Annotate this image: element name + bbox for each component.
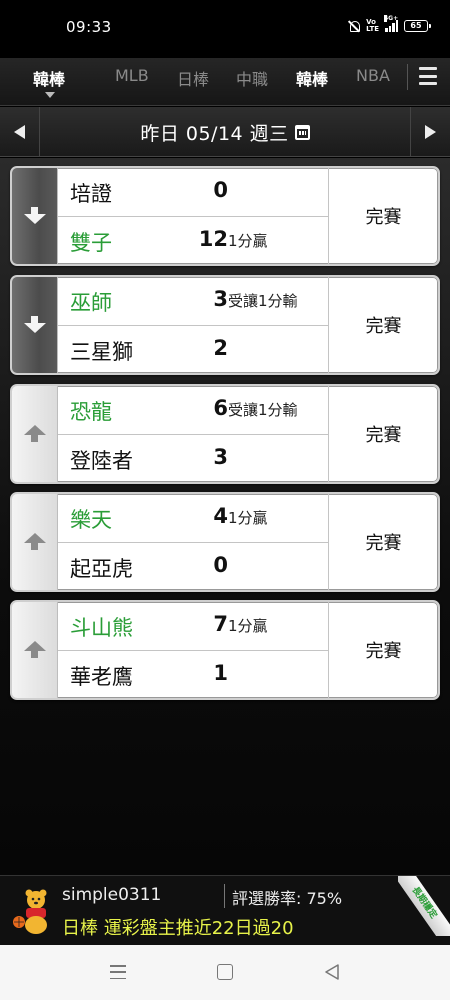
- team-row-home: 斗山熊 7 1分贏: [58, 602, 328, 651]
- team-row-home: 巫師 3 受讓1分輸: [58, 277, 328, 326]
- ad-ribbon: 長期穩定: [398, 876, 450, 936]
- arrow-up-icon: [23, 425, 46, 443]
- team-row-away: 三星獅 2: [58, 326, 328, 373]
- game-status: 完賽: [328, 494, 438, 590]
- team-name: 雙子: [70, 231, 112, 255]
- team-name: 起亞虎: [70, 557, 133, 581]
- tab-korean-baseball-current[interactable]: 韓棒: [33, 66, 65, 90]
- status-time: 09:33: [66, 18, 112, 36]
- signal-icon: 4G+: [384, 15, 398, 32]
- game-list: 培證 0 雙子 12 1分贏 完賽 巫師 3 受讓1分輸 三星獅 2 完賽 恐龍…: [0, 158, 450, 875]
- game-card[interactable]: 巫師 3 受讓1分輸 三星獅 2 完賽: [10, 275, 440, 375]
- team-name: 培證: [70, 182, 112, 206]
- bet-result: 受讓1分輸: [228, 292, 298, 310]
- triangle-right-icon: [425, 125, 436, 139]
- tab-mlb[interactable]: MLB: [115, 66, 149, 85]
- arrow-down-icon: [23, 316, 46, 334]
- tab-divider: [407, 64, 408, 90]
- team-score: 0: [213, 178, 228, 202]
- expand-toggle[interactable]: [12, 386, 58, 482]
- bell-off-icon: [348, 20, 361, 33]
- tab-kbo[interactable]: 韓棒: [296, 66, 328, 90]
- volte-icon: Vo LTE: [366, 18, 379, 33]
- team-row-home: 恐龍 6 受讓1分輸: [58, 386, 328, 435]
- bet-result: 受讓1分輸: [228, 401, 298, 419]
- team-score: 2: [213, 336, 228, 360]
- team-name: 巫師: [70, 291, 112, 315]
- date-label: 昨日 05/14 週三: [140, 122, 289, 145]
- team-score: 6: [213, 396, 228, 420]
- team-score: 7: [213, 612, 228, 636]
- team-score: 12: [198, 227, 228, 251]
- hamburger-menu-icon[interactable]: [419, 67, 437, 85]
- recent-apps-icon[interactable]: [110, 965, 126, 979]
- team-name: 斗山熊: [70, 616, 133, 640]
- team-score: 4: [213, 504, 228, 528]
- game-status: 完賽: [328, 602, 438, 698]
- triangle-left-icon: [14, 125, 25, 139]
- team-row-home: 培證 0: [58, 168, 328, 217]
- tab-cpbl[interactable]: 中職: [236, 66, 268, 90]
- status-bar: 09:33 Vo LTE 4G+ 65: [0, 0, 450, 58]
- bet-result: 1分贏: [228, 617, 268, 635]
- ad-win-rate: 評選勝率: 75%: [232, 889, 343, 908]
- arrow-down-icon: [23, 207, 46, 225]
- team-name: 登陸者: [70, 449, 133, 473]
- calendar-icon: [294, 124, 310, 140]
- ad-separator: [224, 884, 225, 908]
- game-status: 完賽: [328, 277, 438, 373]
- arrow-up-icon: [23, 533, 46, 551]
- expand-toggle[interactable]: [12, 602, 58, 698]
- team-score: 1: [213, 661, 228, 685]
- prev-date-button[interactable]: [0, 107, 40, 157]
- next-date-button[interactable]: [410, 107, 450, 157]
- bet-result: 1分贏: [228, 509, 268, 527]
- team-score: 0: [213, 553, 228, 577]
- collapse-toggle[interactable]: [12, 277, 58, 373]
- date-bar: 昨日 05/14 週三: [0, 107, 450, 157]
- league-tab-bar: 韓棒 MLB 日棒 中職 韓棒 NBA: [0, 58, 450, 106]
- ad-pick-text: 日棒 運彩盤主推近22日過20: [62, 918, 294, 939]
- team-name: 三星獅: [70, 340, 133, 364]
- team-name: 樂天: [70, 508, 112, 532]
- battery-icon: 65: [404, 20, 431, 32]
- tab-npb[interactable]: 日棒: [177, 66, 209, 90]
- tab-caret-icon: [45, 92, 55, 98]
- team-row-away: 起亞虎 0: [58, 543, 328, 590]
- game-card[interactable]: 培證 0 雙子 12 1分贏 完賽: [10, 166, 440, 266]
- pooh-mascot-icon: [13, 889, 47, 934]
- team-row-home: 樂天 4 1分贏: [58, 494, 328, 543]
- team-score: 3: [213, 445, 228, 469]
- team-score: 3: [213, 287, 228, 311]
- team-name: 華老鷹: [70, 665, 133, 689]
- team-name: 恐龍: [70, 400, 112, 424]
- system-nav-bar: [0, 945, 450, 1000]
- ad-username: simple0311: [62, 885, 162, 905]
- game-status: 完賽: [328, 386, 438, 482]
- game-card[interactable]: 斗山熊 7 1分贏 華老鷹 1 完賽: [10, 600, 440, 700]
- team-row-away: 雙子 12 1分贏: [58, 217, 328, 264]
- ribbon-label: 長期穩定: [398, 876, 450, 936]
- collapse-toggle[interactable]: [12, 168, 58, 264]
- team-row-away: 登陸者 3: [58, 435, 328, 482]
- ad-banner[interactable]: simple0311 評選勝率: 75% 日棒 運彩盤主推近22日過20 長期穩…: [0, 875, 450, 945]
- game-card[interactable]: 樂天 4 1分贏 起亞虎 0 完賽: [10, 492, 440, 592]
- home-icon[interactable]: [217, 964, 233, 980]
- arrow-up-icon: [23, 641, 46, 659]
- tab-nba[interactable]: NBA: [356, 66, 390, 85]
- expand-toggle[interactable]: [12, 494, 58, 590]
- date-picker[interactable]: 昨日 05/14 週三: [40, 107, 410, 157]
- status-icons: Vo LTE 4G+ 65: [348, 15, 431, 33]
- bet-result: 1分贏: [228, 232, 268, 250]
- team-row-away: 華老鷹 1: [58, 651, 328, 698]
- game-card[interactable]: 恐龍 6 受讓1分輸 登陸者 3 完賽: [10, 384, 440, 484]
- game-status: 完賽: [328, 168, 438, 264]
